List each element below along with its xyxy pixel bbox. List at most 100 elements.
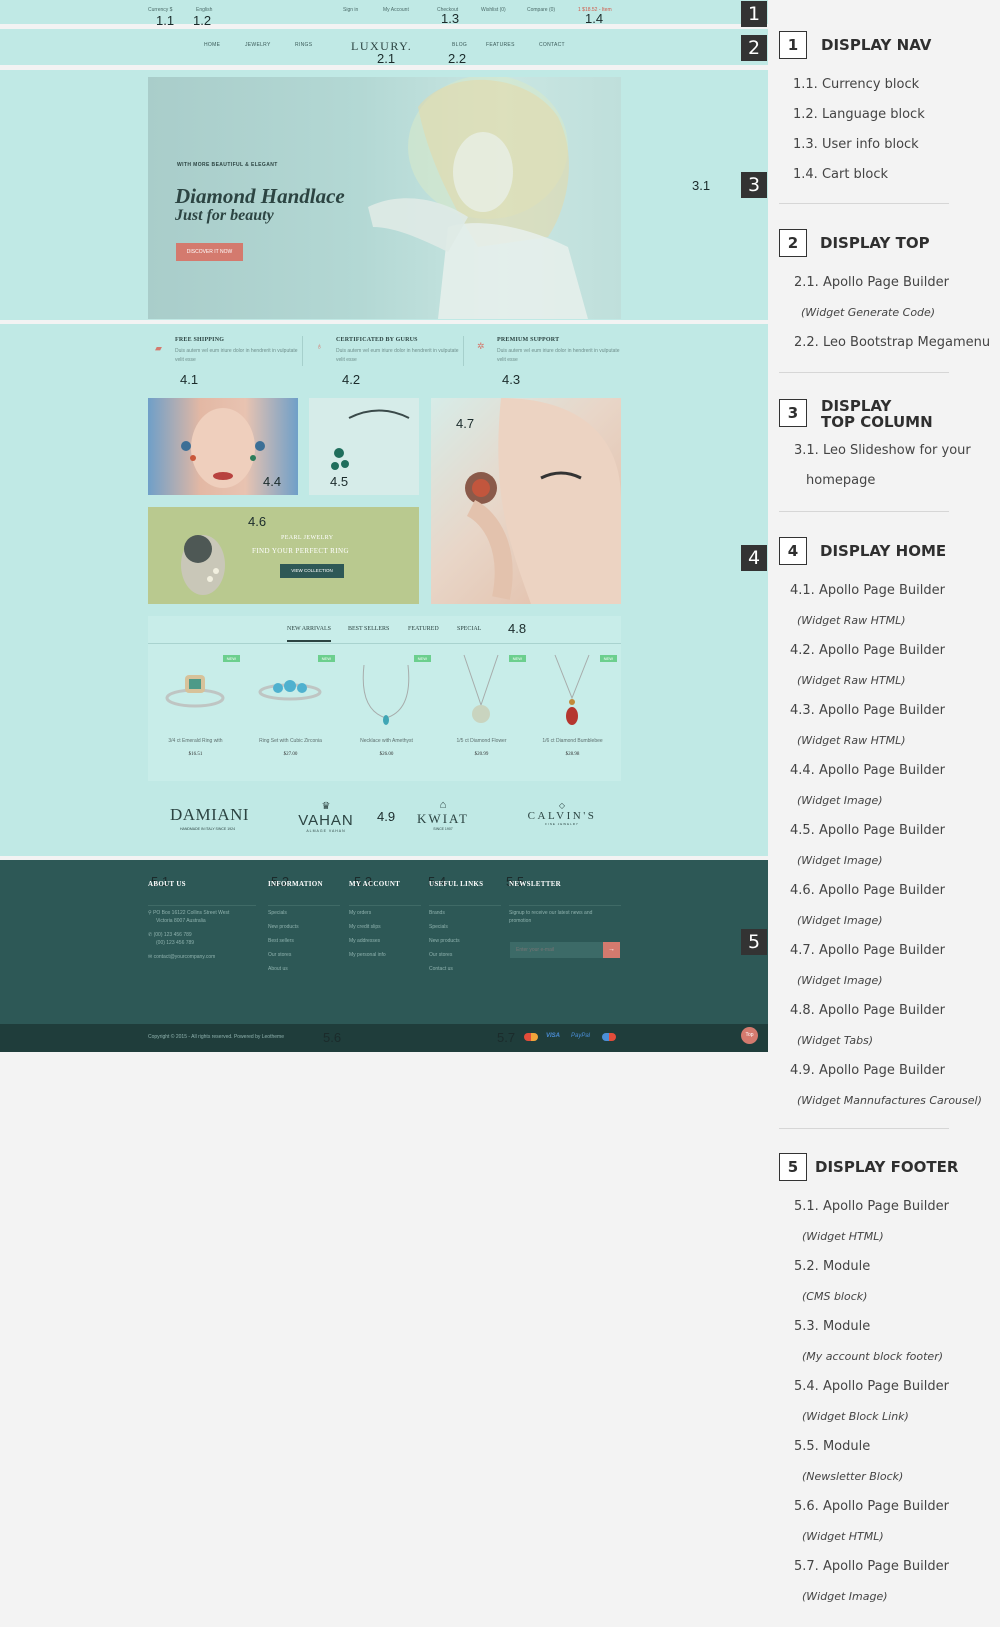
- legend-item: 4.7. Apollo Page Builder: [790, 943, 945, 958]
- section-badge-3: 3: [741, 172, 767, 198]
- marker-3-1: 3.1: [692, 178, 711, 193]
- footer-email[interactable]: ✉ contact@yourcompany.com: [148, 954, 258, 960]
- nav-blog[interactable]: BLOG: [452, 42, 467, 48]
- legend-item: homepage: [806, 473, 876, 488]
- legend-item: 1.3. User info block: [793, 137, 919, 152]
- footer-account-link[interactable]: My orders: [349, 910, 400, 916]
- feature-text: Duis autem vel eum iriure dolor in hendr…: [175, 348, 298, 363]
- footer-info-link[interactable]: Best sellers: [268, 938, 323, 944]
- product-card[interactable]: NEW 3/4 ct Emerald Ring with $16.51: [148, 650, 243, 765]
- hero-slideshow[interactable]: WITH MORE BEAUTIFUL & ELEGANT Diamond Ha…: [148, 77, 621, 319]
- nav-jewelry[interactable]: JEWELRY: [245, 42, 271, 48]
- hero-discover-button[interactable]: DISCOVER IT NOW: [176, 243, 243, 261]
- footer-useful-link[interactable]: Brands: [429, 910, 483, 916]
- legend-subitem: (Widget Raw HTML): [797, 614, 906, 627]
- marker-1-3: 1.3: [441, 11, 460, 26]
- product-card[interactable]: NEW Necklace with Amethyst $26.00: [339, 650, 434, 765]
- legend-item: 5.5. Module: [794, 1439, 871, 1454]
- legend-subitem: (Widget Raw HTML): [797, 734, 906, 747]
- footer-newsletter: NEWSLETTER Signup to receive our latest …: [509, 880, 592, 932]
- legend-subitem: (Widget Generate Code): [801, 306, 936, 319]
- footer-useful-link[interactable]: Contact us: [429, 966, 483, 972]
- pearl-ring-banner[interactable]: PEARL JEWELRY FIND YOUR PERFECT RING VIE…: [148, 507, 419, 604]
- tab-best-sellers[interactable]: BEST SELLERS: [348, 626, 389, 632]
- marker-2-2: 2.2: [448, 51, 467, 66]
- legend-title-2: DISPLAY TOP: [820, 234, 930, 252]
- newsletter-text-2: promotion: [509, 918, 532, 924]
- diamond-flower-image: [463, 654, 499, 723]
- marker-5-7: 5.7: [497, 1030, 516, 1045]
- newsletter-email-input[interactable]: [510, 942, 603, 958]
- paypal-icon: PayPal: [571, 1033, 591, 1039]
- footer-account-link[interactable]: My credit slips: [349, 924, 400, 930]
- footer-info-link[interactable]: Specials: [268, 910, 323, 916]
- tabs-underline: [148, 643, 621, 644]
- newsletter-submit-button[interactable]: →: [603, 942, 620, 958]
- payment-methods: VISA PayPal: [524, 1031, 624, 1043]
- legend-title-5: DISPLAY FOOTER: [815, 1158, 959, 1176]
- legend-title-4: DISPLAY HOME: [820, 542, 947, 560]
- feature-premium-support: ✲ PREMIUM SUPPORT Duis autem vel eum iriu…: [477, 337, 622, 365]
- legend-item: 4.8. Apollo Page Builder: [790, 1003, 945, 1018]
- section-badge-1: 1: [741, 1, 767, 27]
- footer-account-link[interactable]: My addresses: [349, 938, 400, 944]
- legend-item: 4.1. Apollo Page Builder: [790, 583, 945, 598]
- legend-number-1: 1: [779, 31, 807, 59]
- nav-features[interactable]: FEATURES: [486, 42, 515, 48]
- footer-info-link[interactable]: Our stores: [268, 952, 323, 958]
- tab-new-arrivals[interactable]: NEW ARRIVALS: [287, 626, 331, 632]
- nav-rings[interactable]: RINGS: [295, 42, 312, 48]
- legend-item: 2.1. Apollo Page Builder: [794, 275, 949, 290]
- marker-4-4: 4.4: [263, 474, 282, 489]
- brand-calvins[interactable]: ◇ CALVIN'S FINE JEWELRY: [522, 802, 602, 827]
- feature-free-shipping: ▰ FREE SHIPPING Duis autem vel eum iriure…: [155, 337, 300, 365]
- footer-account-link[interactable]: My personal info: [349, 952, 400, 958]
- marker-4-1: 4.1: [180, 372, 199, 387]
- brand-vahan[interactable]: ♛ VAHAN ALMAGE VAHAN: [296, 802, 356, 834]
- tab-special[interactable]: SPECIAL: [457, 626, 481, 632]
- product-card[interactable]: NEW 1/6 ct Diamond Bumblebee $28.98: [525, 650, 620, 765]
- visa-icon: VISA: [546, 1033, 561, 1039]
- pearl-ring-image: [181, 535, 225, 595]
- emerald-necklace-banner[interactable]: [309, 398, 419, 495]
- nav-home[interactable]: HOME: [204, 42, 220, 48]
- legend-subitem: (Widget Image): [797, 914, 883, 927]
- footer-title-line: [148, 905, 256, 906]
- footer-account-title: MY ACCOUNT: [349, 880, 401, 888]
- legend-item: 4.3. Apollo Page Builder: [790, 703, 945, 718]
- footer-information: INFORMATION Specials New products Best s…: [268, 880, 323, 980]
- brand-kwiat[interactable]: ⌂ KWIAT SINCE 1907: [412, 800, 474, 832]
- marker-1-4: 1.4: [585, 11, 604, 26]
- footer-useful-link[interactable]: Our stores: [429, 952, 483, 958]
- back-to-top-button[interactable]: Top: [741, 1027, 758, 1044]
- legend-item: 4.2. Apollo Page Builder: [790, 643, 945, 658]
- footer-useful-link[interactable]: New products: [429, 938, 483, 944]
- maestro-icon: [602, 1033, 616, 1041]
- compare-link[interactable]: Compare (0): [527, 7, 555, 13]
- section-badge-2: 2: [741, 35, 767, 61]
- legend-number-4: 4: [779, 537, 807, 565]
- display-nav-band: Currency $ English Sign in My Account Ch…: [0, 0, 768, 24]
- footer-info-link[interactable]: New products: [268, 924, 323, 930]
- ring-set-image: [258, 680, 322, 701]
- wishlist-link[interactable]: Wishlist (0): [481, 7, 506, 13]
- legend-number-2: 2: [779, 229, 807, 257]
- my-account-link[interactable]: My Account: [383, 7, 409, 13]
- damiani-tagline: HANDMADE IN ITALY SINCE 1924: [179, 827, 236, 831]
- product-card[interactable]: NEW 1/5 ct Diamond Flower $20.99: [434, 650, 529, 765]
- product-card[interactable]: NEW Ring Set with Cubic Zirconia $27.00: [243, 650, 338, 765]
- nav-contact[interactable]: CONTACT: [539, 42, 565, 48]
- footer-info-link[interactable]: About us: [268, 966, 323, 972]
- tab-featured[interactable]: FEATURED: [408, 626, 439, 632]
- diamond-bumblebee-image: [554, 654, 590, 725]
- hero-eyebrow: WITH MORE BEAUTIFUL & ELEGANT: [177, 162, 278, 168]
- footer-useful-link[interactable]: Specials: [429, 924, 483, 930]
- brand-damiani[interactable]: DAMIANI HANDMADE IN ITALY SINCE 1924: [170, 805, 249, 831]
- marker-4-7: 4.7: [456, 416, 475, 431]
- view-collection-button[interactable]: VIEW COLLECTION: [280, 564, 344, 578]
- legend-title-3b: TOP COLUMN: [821, 413, 933, 431]
- footer-phone: ✆ (00) 123 456 789: [148, 932, 192, 938]
- sign-in-link[interactable]: Sign in: [343, 7, 358, 13]
- footer-title-line: [429, 905, 501, 906]
- feature-title: FREE SHIPPING: [175, 337, 225, 343]
